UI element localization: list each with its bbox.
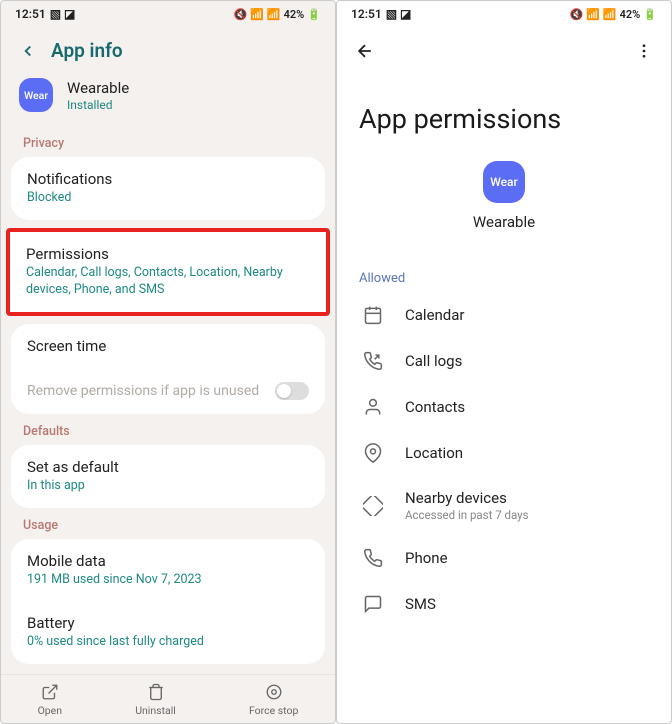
perm-sub: Accessed in past 7 days: [405, 508, 645, 522]
status-time: 12:51: [15, 7, 46, 21]
app-permissions-screen: 12:51 ▧ ◪ 🔇 📶 📶 42% 🔋 App permissions We…: [336, 0, 672, 724]
status-notification-icon: ▧ ◪: [386, 7, 412, 21]
battery-sub: 0% used since last fully charged: [27, 634, 309, 651]
perm-nearby-devices[interactable]: Nearby devices Accessed in past 7 days: [337, 476, 671, 535]
status-mute-icon: 🔇: [570, 8, 584, 21]
force-stop-label: Force stop: [249, 704, 298, 717]
back-icon[interactable]: [355, 41, 375, 61]
header: App info: [1, 27, 335, 72]
screen-time-title: Screen time: [27, 337, 309, 355]
remove-perms-toggle[interactable]: [275, 382, 309, 400]
call-logs-icon: [363, 351, 383, 371]
set-default-row[interactable]: Set as default In this app: [11, 445, 325, 508]
status-wifi-icon: 📶: [250, 8, 264, 21]
sms-icon: [363, 594, 383, 614]
perm-calendar[interactable]: Calendar: [337, 292, 671, 338]
notifications-row[interactable]: Notifications Blocked: [11, 157, 325, 220]
page-title: App info: [51, 39, 123, 62]
app-name: Wearable: [473, 213, 535, 231]
force-stop-button[interactable]: Force stop: [249, 683, 298, 717]
notifications-title: Notifications: [27, 170, 309, 188]
phone-icon: [363, 548, 383, 568]
app-name: Wearable: [67, 79, 129, 97]
open-button[interactable]: Open: [38, 683, 63, 717]
perm-call-logs[interactable]: Call logs: [337, 338, 671, 384]
remove-perms-label: Remove permissions if app is unused: [27, 383, 259, 399]
perm-label: Contacts: [405, 398, 645, 416]
app-header-row[interactable]: Wear Wearable Installed: [1, 72, 335, 126]
section-allowed: Allowed: [337, 261, 671, 292]
permissions-row[interactable]: Permissions Calendar, Call logs, Contact…: [10, 232, 326, 312]
open-label: Open: [38, 704, 63, 717]
page-title: App permissions: [337, 75, 671, 155]
more-icon[interactable]: [635, 42, 653, 60]
back-icon[interactable]: [19, 42, 37, 60]
status-notification-icon: ▧ ◪: [50, 7, 76, 21]
notifications-sub: Blocked: [27, 190, 309, 207]
section-defaults: Defaults: [1, 414, 335, 445]
mobile-data-title: Mobile data: [27, 552, 309, 570]
mobile-data-row[interactable]: Mobile data 191 MB used since Nov 7, 202…: [11, 539, 325, 602]
uninstall-button[interactable]: Uninstall: [135, 683, 176, 717]
section-usage: Usage: [1, 508, 335, 539]
perm-label: Location: [405, 444, 645, 462]
perm-sms[interactable]: SMS: [337, 581, 671, 627]
perm-label: Phone: [405, 549, 645, 567]
perm-label: Call logs: [405, 352, 645, 370]
perm-location[interactable]: Location: [337, 430, 671, 476]
bottom-bar: Open Uninstall Force stop: [1, 674, 335, 723]
app-info-screen: 12:51 ▧ ◪ 🔇 📶 📶 42% 🔋 App info Wear Wear…: [0, 0, 336, 724]
section-privacy: Privacy: [1, 126, 335, 157]
permissions-highlight: Permissions Calendar, Call logs, Contact…: [6, 228, 330, 316]
perm-phone[interactable]: Phone: [337, 535, 671, 581]
permissions-sub: Calendar, Call logs, Contacts, Location,…: [26, 265, 310, 299]
status-bar: 12:51 ▧ ◪ 🔇 📶 📶 42% 🔋: [337, 1, 671, 27]
header: [337, 27, 671, 75]
calendar-icon: [363, 305, 383, 325]
perm-contacts[interactable]: Contacts: [337, 384, 671, 430]
screen-time-row[interactable]: Screen time: [11, 324, 325, 368]
location-icon: [363, 443, 383, 463]
uninstall-label: Uninstall: [135, 704, 176, 717]
status-time: 12:51: [351, 7, 382, 21]
perm-label: Nearby devices: [405, 489, 645, 507]
status-battery: 42%: [284, 8, 305, 21]
app-icon: Wear: [19, 78, 53, 112]
battery-icon: 🔋: [307, 8, 321, 21]
remove-perms-row[interactable]: Remove permissions if app is unused: [11, 368, 325, 414]
app-icon: Wear: [483, 161, 525, 203]
status-signal-icon: 📶: [603, 8, 617, 21]
battery-row[interactable]: Battery 0% used since last fully charged: [11, 601, 325, 664]
perm-label: Calendar: [405, 306, 645, 324]
set-default-sub: In this app: [27, 478, 309, 495]
set-default-title: Set as default: [27, 458, 309, 476]
app-header: Wear Wearable: [337, 155, 671, 261]
contacts-icon: [363, 397, 383, 417]
status-signal-icon: 📶: [267, 8, 281, 21]
perm-label: SMS: [405, 595, 645, 613]
status-mute-icon: 🔇: [234, 8, 248, 21]
battery-icon: 🔋: [643, 8, 657, 21]
mobile-data-sub: 191 MB used since Nov 7, 2023: [27, 572, 309, 589]
nearby-icon: [363, 496, 383, 516]
app-install-status: Installed: [67, 98, 129, 112]
battery-title: Battery: [27, 614, 309, 632]
status-battery: 42%: [620, 8, 641, 21]
permissions-title: Permissions: [26, 245, 310, 263]
status-bar: 12:51 ▧ ◪ 🔇 📶 📶 42% 🔋: [1, 1, 335, 27]
status-wifi-icon: 📶: [586, 8, 600, 21]
